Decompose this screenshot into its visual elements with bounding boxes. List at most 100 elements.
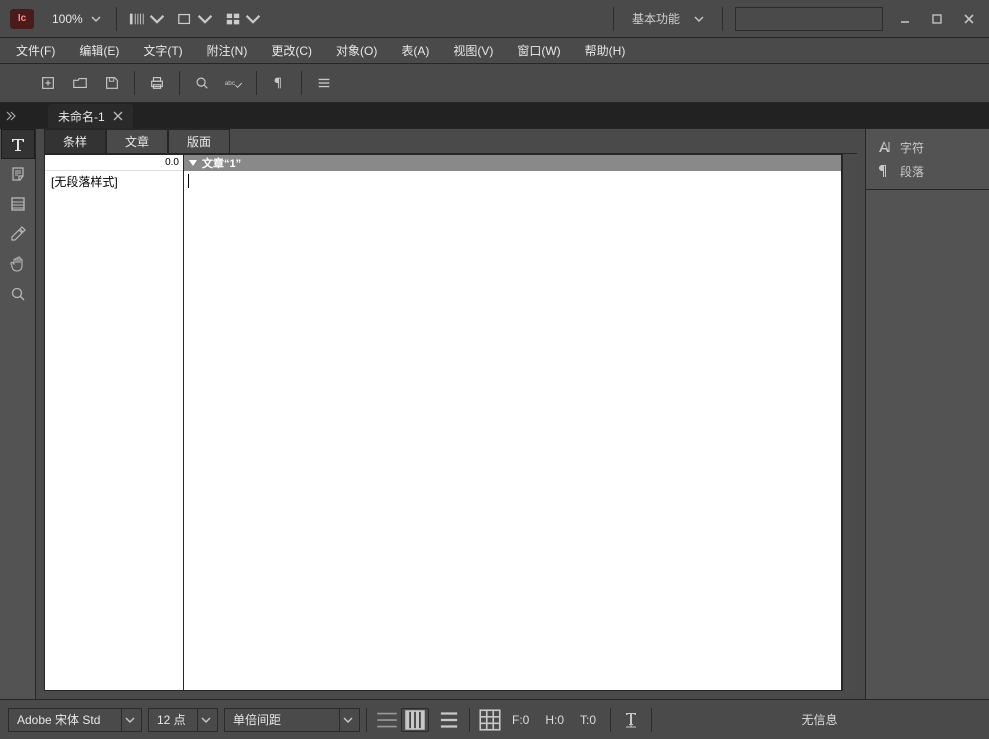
screen-mode-icon	[129, 11, 145, 27]
leading-select[interactable]: 单倍间距	[224, 708, 360, 732]
story-column: 文章“1”	[184, 154, 842, 691]
zoom-tool[interactable]	[1, 279, 35, 309]
menu-help[interactable]: 帮助(H)	[573, 38, 638, 63]
chevron-down-icon	[197, 11, 213, 27]
arrange-icon	[225, 11, 241, 27]
panel-character[interactable]: 字符	[866, 135, 989, 159]
vertical-view-button[interactable]	[401, 708, 429, 732]
new-button[interactable]	[32, 67, 64, 99]
maximize-icon	[931, 13, 943, 25]
save-icon	[104, 75, 120, 91]
styles-column: 0.0 [无段落样式]	[44, 154, 184, 691]
vertical-view-icon	[402, 707, 428, 733]
minimize-icon	[899, 13, 911, 25]
zoom-icon	[9, 285, 27, 303]
expand-toolbox-button[interactable]	[0, 103, 20, 129]
chevron-down-icon	[149, 11, 165, 27]
subtab-styles[interactable]: 条样	[44, 129, 106, 153]
panel-paragraph[interactable]: 段落	[866, 159, 989, 183]
center-panel: 条样 文章 版面 0.0 [无段落样式] 文章“1”	[36, 129, 865, 699]
menu-object[interactable]: 对象(O)	[324, 38, 389, 63]
separator	[256, 71, 257, 95]
find-button[interactable]	[186, 67, 218, 99]
menu-view[interactable]: 视图(V)	[441, 38, 505, 63]
hand-icon	[9, 255, 27, 273]
document-tab[interactable]: 未命名-1	[48, 104, 133, 128]
workspace-label: 基本功能	[632, 10, 680, 27]
paragraph-lines-button[interactable]	[435, 708, 463, 732]
close-tab-icon[interactable]	[113, 111, 123, 121]
screen-mode-button[interactable]	[123, 6, 171, 32]
leading-value: 单倍间距	[233, 711, 281, 728]
font-family-value: Adobe 宋体 Std	[17, 711, 100, 728]
stat-h: H:0	[537, 713, 572, 727]
story-title: 文章“1”	[202, 155, 241, 171]
window-minimize-button[interactable]	[889, 7, 921, 31]
print-button[interactable]	[141, 67, 173, 99]
horizontal-view-icon	[374, 707, 400, 733]
bottom-bar: Adobe 宋体 Std 12 点 单倍间距 F:0 H:0 T:0 无信息	[0, 699, 989, 739]
separator	[116, 7, 117, 31]
app-badge: Ic	[10, 9, 34, 29]
find-icon	[194, 75, 210, 91]
menu-text[interactable]: 文字(T)	[131, 38, 194, 63]
zoom-select[interactable]: 100%	[40, 6, 110, 32]
depth-ruler-icon	[623, 710, 639, 730]
chevron-down-icon	[91, 14, 101, 24]
separator	[469, 708, 470, 732]
menu-changes[interactable]: 更改(C)	[259, 38, 324, 63]
subtab-story[interactable]: 文章	[106, 129, 168, 153]
view-options-button[interactable]	[171, 6, 219, 32]
status-info: 无信息	[658, 711, 981, 728]
subtab-layout[interactable]: 版面	[168, 129, 230, 153]
menu-table[interactable]: 表(A)	[389, 38, 441, 63]
note-tool[interactable]	[1, 159, 35, 189]
disclosure-down-icon	[188, 158, 198, 168]
styles-header: 0.0	[45, 155, 183, 171]
titlebar: Ic 100% 基本功能	[0, 0, 989, 38]
separator	[134, 71, 135, 95]
eyedropper-icon	[9, 225, 27, 243]
menu-file[interactable]: 文件(F)	[4, 38, 67, 63]
styles-header-value: 0.0	[165, 157, 179, 168]
depth-ruler-button[interactable]	[617, 708, 645, 732]
workspace-switcher[interactable]: 基本功能	[620, 3, 716, 35]
style-item[interactable]: [无段落样式]	[45, 171, 183, 192]
right-panel-dock: 字符 段落	[865, 129, 989, 699]
save-button[interactable]	[96, 67, 128, 99]
font-size-value: 12 点	[157, 711, 186, 728]
spellcheck-button[interactable]: abc	[218, 67, 250, 99]
svg-text:abc: abc	[225, 80, 236, 87]
type-tool[interactable]	[1, 129, 35, 159]
hand-tool[interactable]	[1, 249, 35, 279]
horizontal-view-button[interactable]	[373, 708, 401, 732]
search-input[interactable]	[735, 7, 883, 31]
arrange-button[interactable]	[219, 6, 267, 32]
story-body[interactable]	[184, 171, 841, 690]
window-close-button[interactable]	[953, 7, 985, 31]
pilcrow-icon	[271, 75, 287, 91]
expand-right-icon	[4, 110, 16, 122]
left-toolbox	[0, 129, 36, 699]
menu-window[interactable]: 窗口(W)	[505, 38, 572, 63]
separator	[613, 7, 614, 31]
view-mode-button[interactable]	[308, 67, 340, 99]
open-button[interactable]	[64, 67, 96, 99]
show-hidden-button[interactable]	[263, 67, 295, 99]
separator	[366, 708, 367, 732]
vertical-scrollbar[interactable]	[842, 154, 857, 691]
stats-button[interactable]	[476, 708, 504, 732]
font-size-select[interactable]: 12 点	[148, 708, 218, 732]
menu-edit[interactable]: 编辑(E)	[67, 38, 131, 63]
eyedropper-tool[interactable]	[1, 219, 35, 249]
menu-notes[interactable]: 附注(N)	[195, 38, 260, 63]
font-family-select[interactable]: Adobe 宋体 Std	[8, 708, 142, 732]
chevron-down-icon	[125, 715, 135, 725]
main-row: 条样 文章 版面 0.0 [无段落样式] 文章“1”	[0, 129, 989, 699]
document-tabstrip: 未命名-1	[0, 103, 989, 129]
sub-tabstrip: 条样 文章 版面	[36, 129, 865, 153]
story-header[interactable]: 文章“1”	[184, 155, 841, 171]
lines-icon	[316, 75, 332, 91]
position-tool[interactable]	[1, 189, 35, 219]
window-maximize-button[interactable]	[921, 7, 953, 31]
